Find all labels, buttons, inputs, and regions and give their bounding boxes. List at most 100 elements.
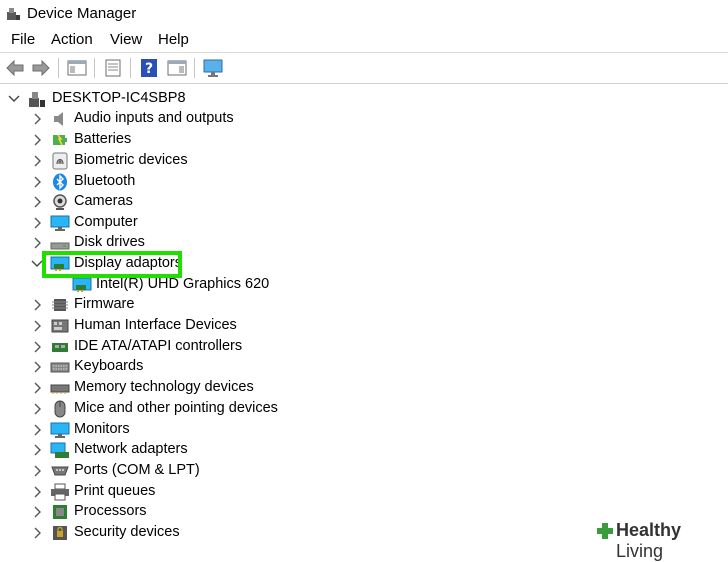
tree-category-print-queues[interactable]: Print queues	[0, 482, 600, 502]
tree-category-bluetooth[interactable]: Bluetooth	[0, 172, 600, 192]
chevron-right-icon[interactable]	[30, 423, 44, 437]
speaker-icon	[54, 112, 63, 126]
toolbar-separator	[94, 58, 95, 78]
menu-bar: File Action View Help	[0, 28, 728, 53]
tree-category-label: Memory technology devices	[74, 379, 254, 395]
chevron-right-icon[interactable]	[30, 464, 44, 478]
battery-icon	[53, 134, 67, 146]
chevron-right-icon[interactable]	[30, 298, 44, 312]
watermark-brand2: Living	[616, 541, 664, 561]
tree-category-disk-drives[interactable]: Disk drives	[0, 233, 600, 253]
chevron-right-icon[interactable]	[30, 133, 44, 147]
tree-category-label: Display adaptors	[74, 255, 182, 271]
tree-category-label: Batteries	[74, 131, 132, 147]
properties-icon[interactable]	[102, 57, 124, 79]
memory-card-icon	[50, 384, 70, 394]
tree-category-label: Keyboards	[74, 358, 144, 374]
chevron-right-icon[interactable]	[30, 402, 44, 416]
tree-category-label: Network adapters	[74, 441, 188, 457]
chevron-right-icon[interactable]	[30, 195, 44, 209]
chevron-right-icon[interactable]	[30, 319, 44, 333]
bluetooth-icon	[53, 173, 67, 191]
tree-category-ide[interactable]: IDE ATA/ATAPI controllers	[0, 337, 600, 357]
mouse-icon	[54, 400, 66, 418]
tree-category-processors[interactable]: Processors	[0, 502, 600, 522]
chevron-down-icon[interactable]	[7, 92, 21, 106]
tree-category-label: Monitors	[74, 421, 130, 437]
tree-category-biometric[interactable]: Biometric devices	[0, 151, 600, 171]
tree-category-label: IDE ATA/ATAPI controllers	[74, 338, 243, 354]
menu-file[interactable]: File	[11, 31, 35, 48]
chevron-right-icon[interactable]	[30, 175, 44, 189]
disk-drive-icon	[50, 242, 70, 250]
help-icon[interactable]: ?	[138, 57, 160, 79]
device-tree: DESKTOP-IC4SBP8 Audio inputs and outputs…	[0, 86, 728, 546]
chevron-right-icon[interactable]	[30, 340, 44, 354]
tree-category-computer[interactable]: Computer	[0, 213, 600, 233]
tree-category-label: Firmware	[74, 296, 135, 312]
computer-tower-icon	[29, 92, 45, 107]
security-chip-icon	[53, 526, 67, 540]
plus-logo-icon	[597, 523, 613, 539]
tree-category-batteries[interactable]: Batteries	[0, 130, 600, 150]
network-adapter-icon	[50, 442, 69, 458]
chevron-right-icon[interactable]	[30, 443, 44, 457]
tree-category-mice[interactable]: Mice and other pointing devices	[0, 399, 600, 419]
tree-category-label: Security devices	[74, 524, 180, 540]
tree-category-label: Mice and other pointing devices	[74, 400, 278, 416]
tree-category-hid[interactable]: Human Interface Devices	[0, 316, 600, 336]
tree-category-cameras[interactable]: Cameras	[0, 192, 600, 212]
tree-category-label: Bluetooth	[74, 173, 136, 189]
tree-category-ports[interactable]: Ports (COM & LPT)	[0, 461, 600, 481]
tree-category-memory-technology[interactable]: Memory technology devices	[0, 378, 600, 398]
tree-category-audio[interactable]: Audio inputs and outputs	[0, 109, 600, 129]
watermark-brand: Healthy	[616, 520, 682, 540]
chevron-right-icon[interactable]	[30, 236, 44, 250]
tree-device-intel-uhd-graphics[interactable]: Intel(R) UHD Graphics 620	[0, 275, 600, 295]
show-hide-console-tree-icon[interactable]	[66, 57, 88, 79]
window-title: Device Manager	[27, 5, 137, 22]
tree-category-monitors[interactable]: Monitors	[0, 420, 600, 440]
chevron-right-icon[interactable]	[30, 485, 44, 499]
chevron-right-icon[interactable]	[30, 154, 44, 168]
toolbar-separator	[130, 58, 131, 78]
tree-category-firmware[interactable]: Firmware	[0, 295, 600, 315]
scan-hardware-icon[interactable]	[202, 57, 224, 79]
chevron-right-icon[interactable]	[30, 381, 44, 395]
tree-category-label: Computer	[74, 214, 138, 230]
forward-icon[interactable]	[30, 57, 52, 79]
hid-device-icon	[51, 319, 69, 333]
chevron-right-icon[interactable]	[30, 505, 44, 519]
monitor-icon	[50, 422, 70, 438]
monitor-icon	[50, 215, 70, 231]
back-icon[interactable]	[4, 57, 26, 79]
tree-category-security-devices[interactable]: Security devices	[0, 523, 600, 543]
tree-category-label: Processors	[74, 503, 147, 519]
chevron-right-icon[interactable]	[30, 360, 44, 374]
tree-category-label: Disk drives	[74, 234, 145, 250]
title-bar: Device Manager	[0, 0, 728, 28]
processor-chip-icon	[53, 505, 67, 519]
toolbar-separator	[194, 58, 195, 78]
chevron-right-icon[interactable]	[30, 526, 44, 540]
tree-category-label: Audio inputs and outputs	[74, 110, 234, 126]
show-hide-action-pane-icon[interactable]	[166, 57, 188, 79]
ide-controller-icon	[52, 343, 68, 352]
tree-category-display-adaptors[interactable]: Display adaptors	[0, 254, 600, 274]
chevron-right-icon[interactable]	[30, 216, 44, 230]
tree-root-label: DESKTOP-IC4SBP8	[52, 90, 186, 106]
webcam-icon	[53, 194, 67, 210]
chevron-down-icon[interactable]	[30, 257, 44, 271]
tree-root[interactable]: DESKTOP-IC4SBP8	[0, 89, 600, 109]
port-connector-icon	[51, 466, 69, 476]
tree-category-keyboards[interactable]: Keyboards	[0, 357, 600, 377]
chevron-right-icon[interactable]	[30, 112, 44, 126]
menu-view[interactable]: View	[110, 31, 142, 48]
menu-action[interactable]: Action	[51, 31, 93, 48]
display-adapter-icon	[50, 256, 70, 271]
tree-category-label: Human Interface Devices	[74, 317, 237, 333]
printer-icon	[51, 483, 69, 501]
menu-help[interactable]: Help	[158, 31, 189, 48]
svg-text:?: ?	[145, 61, 153, 77]
tree-category-network-adapters[interactable]: Network adapters	[0, 440, 600, 460]
